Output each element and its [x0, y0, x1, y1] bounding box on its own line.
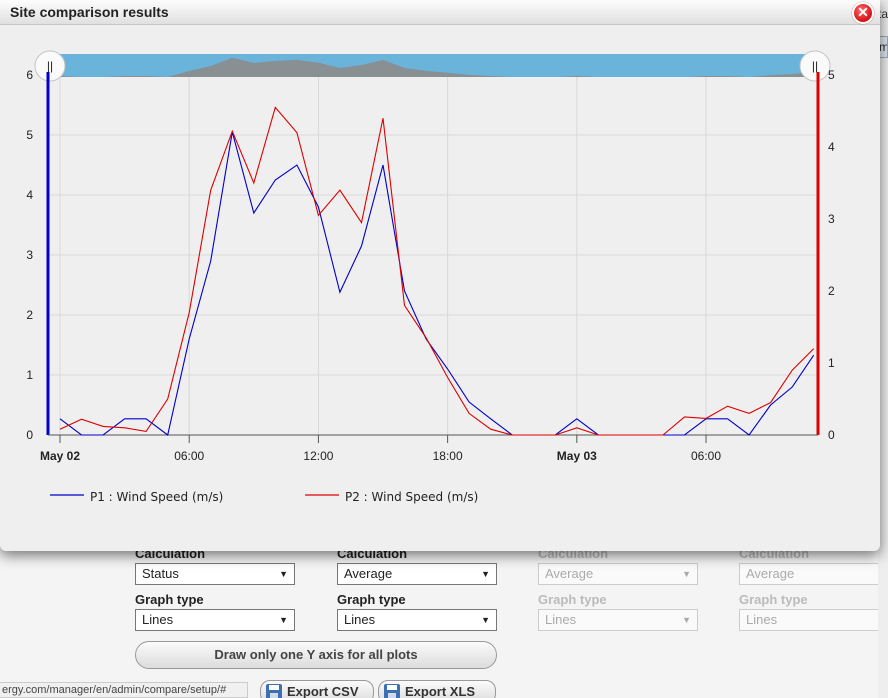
one-y-axis-button[interactable]: Draw only one Y axis for all plots — [135, 641, 497, 669]
column-2: Calculation Average ▼ Graph type Lines ▼ — [337, 545, 497, 637]
x-tick-label: May 02 — [40, 449, 80, 463]
legend-label: P2 : Wind Speed (m/s) — [345, 490, 478, 504]
dropdown-arrow-icon: ▼ — [279, 615, 288, 625]
right-y-tick-label: 3 — [828, 212, 835, 226]
chart-grid — [48, 74, 818, 436]
navigator-right-handle[interactable]: || — [799, 50, 831, 82]
dropdown-arrow-icon: ▼ — [481, 569, 490, 579]
right-y-tick-label: 4 — [828, 140, 835, 154]
status-url: ergy.com/manager/en/admin/compare/setup/… — [0, 682, 248, 698]
graph-type-select[interactable]: Lines▼ — [337, 609, 497, 631]
export-xls-label: Export XLS — [405, 684, 476, 698]
graph-type-select[interactable]: Lines▼ — [135, 609, 295, 631]
dropdown-arrow-icon: ▼ — [279, 569, 288, 579]
graph-type-label: Graph type — [337, 592, 406, 607]
graph-type-label: Graph type — [538, 592, 607, 607]
left-y-tick-label: 2 — [26, 308, 33, 322]
legend-item-1[interactable]: P1 : Wind Speed (m/s) — [50, 490, 223, 504]
left-y-tick-label: 4 — [26, 188, 33, 202]
export-xls-button[interactable]: Export XLS — [378, 680, 496, 698]
right-y-tick-label: 2 — [828, 284, 835, 298]
dropdown-arrow-icon: ▼ — [682, 615, 691, 625]
left-y-tick-label: 6 — [26, 68, 33, 82]
left-y-tick-label: 1 — [26, 368, 33, 382]
calculation-select[interactable]: Average▼ — [538, 563, 698, 585]
chart-legend[interactable]: P1 : Wind Speed (m/s) P2 : Wind Speed (m/… — [50, 490, 478, 504]
graph-type-label: Graph type — [739, 592, 808, 607]
floppy-disk-icon — [266, 684, 282, 698]
export-csv-button[interactable]: Export CSV — [260, 680, 374, 698]
graph-type-select[interactable]: Lines▼ — [538, 609, 698, 631]
right-y-tick-label: 5 — [828, 68, 835, 82]
handle-grip-icon: || — [47, 59, 53, 73]
calculation-select[interactable]: Average▼ — [337, 563, 497, 585]
graph-type-select[interactable]: Lines▼ — [739, 609, 878, 631]
left-y-tick-label: 0 — [26, 428, 33, 442]
export-csv-label: Export CSV — [287, 684, 359, 698]
column-3: Calculation Average ▼ Graph type Lines ▼ — [538, 545, 698, 637]
calculation-select[interactable]: Status ▼ — [135, 563, 295, 585]
navigator[interactable]: || || — [34, 50, 831, 82]
dropdown-arrow-icon: ▼ — [682, 569, 691, 579]
left-y-tick-label: 3 — [26, 248, 33, 262]
dropdown-arrow-icon: ▼ — [481, 615, 490, 625]
floppy-disk-icon — [384, 684, 400, 698]
x-tick-label: 06:00 — [691, 449, 721, 463]
x-tick-label: 18:00 — [433, 449, 463, 463]
graph-type-label: Graph type — [135, 592, 204, 607]
navigator-left-handle[interactable]: || — [34, 50, 66, 82]
site-comparison-modal: Site comparison results ✕ || || 012345601… — [0, 0, 880, 551]
handle-grip-icon: || — [812, 59, 818, 73]
column-1: Calculation Status ▼ Graph type Lines ▼ — [135, 545, 295, 637]
x-tick-label: 12:00 — [303, 449, 333, 463]
x-tick-label: May 03 — [557, 449, 597, 463]
legend-label: P1 : Wind Speed (m/s) — [90, 490, 223, 504]
x-tick-label: 06:00 — [174, 449, 204, 463]
wind-speed-chart: || || 0 1 2 3 4 5 6 0 1 2 3 4 5 May 02 06:00 12:00 18:00 M… — [26, 50, 835, 504]
legend-item-2[interactable]: P2 : Wind Speed (m/s) — [305, 490, 478, 504]
right-y-tick-label: 1 — [828, 356, 835, 370]
calculation-select[interactable]: Average▼ — [739, 563, 878, 585]
left-y-tick-label: 5 — [26, 128, 33, 142]
column-4: Calculation Average▼ Graph type Lines▼ — [739, 545, 878, 637]
right-y-tick-label: 0 — [828, 428, 835, 442]
